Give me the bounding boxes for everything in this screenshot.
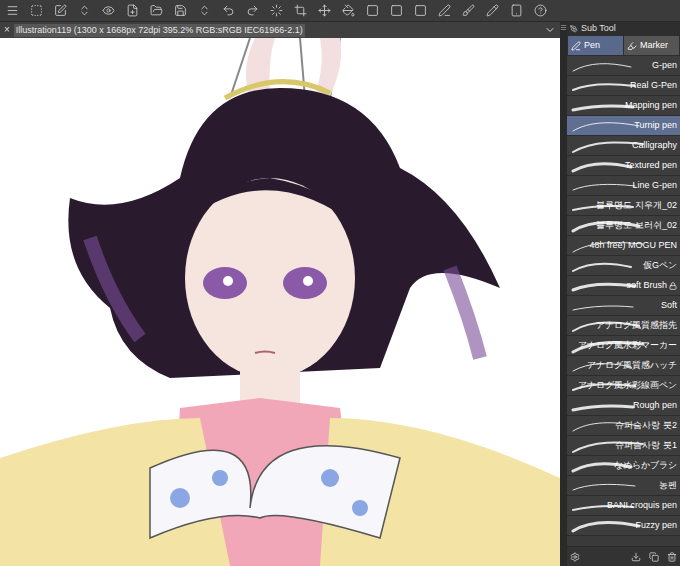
close-tab-button[interactable]: × <box>4 25 10 35</box>
brush-item[interactable]: 슈퍼슴사랑 붓1 <box>567 436 680 456</box>
category-tab[interactable]: Pen <box>568 36 623 55</box>
strip-menu-icon[interactable] <box>560 24 567 31</box>
transparent-icon[interactable] <box>30 4 43 17</box>
panel-footer <box>567 546 680 566</box>
app-window: × Illustration119 (1300 x 1668px 72dpi 39… <box>0 0 680 566</box>
tablet-icon[interactable] <box>510 4 523 17</box>
fill-icon[interactable] <box>342 4 355 17</box>
brush-item[interactable]: Fuzzy pen <box>567 516 680 536</box>
brush-item[interactable]: 仮Gペン <box>567 256 680 276</box>
open-folder-icon[interactable] <box>150 4 163 17</box>
marker-icon <box>627 41 637 51</box>
new-file-icon[interactable] <box>126 4 139 17</box>
artwork-canvas-icon[interactable] <box>0 38 560 566</box>
side-strip <box>560 22 567 566</box>
brush-item[interactable]: G-pen <box>567 56 680 76</box>
brush-item[interactable]: 슈퍼슴사랑 붓2 <box>567 416 680 436</box>
loading-icon[interactable] <box>270 4 283 17</box>
tab-bar: PenMarker <box>567 35 680 56</box>
help-icon[interactable] <box>534 4 547 17</box>
document-tab[interactable]: × Illustration119 (1300 x 1668px 72dpi 39… <box>0 22 560 38</box>
sub-tool-icon <box>570 25 578 33</box>
crop-icon[interactable] <box>294 4 307 17</box>
brush-item[interactable]: アナログ風水彩マーカー <box>567 336 680 356</box>
brush-item[interactable]: Turnip pen <box>567 116 680 136</box>
frame-icon[interactable] <box>414 4 427 17</box>
panel-header: Sub Tool <box>567 22 680 35</box>
brush-item[interactable]: BANI croquis pen <box>567 496 680 516</box>
category-tab[interactable]: Marker <box>624 36 679 55</box>
brush-item[interactable]: 48h free) MOGU PEN <box>567 236 680 256</box>
arrange-icon[interactable] <box>198 4 211 17</box>
brush-item[interactable]: 블루명도 지우개_02 <box>567 196 680 216</box>
move-icon[interactable] <box>318 4 331 17</box>
mask-icon[interactable] <box>390 4 403 17</box>
view-icon[interactable] <box>102 4 115 17</box>
brush-item[interactable]: Mapping pen <box>567 96 680 116</box>
delete-icon[interactable] <box>667 552 677 562</box>
brush-icon[interactable] <box>462 4 475 17</box>
brush-item[interactable]: Soft <box>567 296 680 316</box>
tab-menu-icon[interactable] <box>544 24 556 36</box>
brush-item[interactable]: Calligraphy <box>567 136 680 156</box>
redo-icon[interactable] <box>246 4 259 17</box>
duplicate-icon[interactable] <box>649 552 659 562</box>
save-icon[interactable] <box>174 4 187 17</box>
undo-icon[interactable] <box>222 4 235 17</box>
brush-item[interactable]: アナログ風質感指先 <box>567 316 680 336</box>
brush-item[interactable]: Line G-pen <box>567 176 680 196</box>
brush-item[interactable]: 블루명도 브러쉬_02 <box>567 216 680 236</box>
edit-icon[interactable] <box>54 4 67 17</box>
stroke-preview-icon <box>569 258 645 274</box>
document-title: Illustration119 (1300 x 1668px 72dpi 395… <box>14 24 305 37</box>
canvas-area: × Illustration119 (1300 x 1668px 72dpi 39… <box>0 22 560 566</box>
import-icon[interactable] <box>631 552 641 562</box>
stroke-preview-icon <box>569 298 645 314</box>
switch-icon[interactable] <box>78 4 91 17</box>
stroke-preview-icon <box>569 478 645 494</box>
menu-icon[interactable] <box>6 4 19 17</box>
line-icon[interactable] <box>438 4 451 17</box>
brush-item[interactable]: Real G-Pen <box>567 76 680 96</box>
brush-item[interactable]: 농펜 <box>567 476 680 496</box>
pen-icon <box>571 41 581 51</box>
brush-item[interactable]: なめらかブラシ <box>567 456 680 476</box>
brush-item[interactable]: soft Brush <box>567 276 680 296</box>
brush-list: G-penReal G-PenMapping penTurnip penCall… <box>567 56 680 546</box>
selection-icon[interactable] <box>366 4 379 17</box>
stroke-preview-icon <box>569 118 645 134</box>
settings-icon[interactable] <box>570 552 580 562</box>
stroke-preview-icon <box>569 518 645 534</box>
brush-item[interactable]: アナログ風水彩線画ペン <box>567 376 680 396</box>
sub-tool-panel: Sub ToolPenMarkerG-penReal G-PenMapping … <box>567 22 680 566</box>
brush-item[interactable]: アナログ風質感ハッチ <box>567 356 680 376</box>
brush-item[interactable]: Rough pen <box>567 396 680 416</box>
toolbar <box>0 0 680 22</box>
brush-item[interactable]: Textured pen <box>567 156 680 176</box>
pencil-icon[interactable] <box>486 4 499 17</box>
lock-icon <box>669 282 677 290</box>
stroke-preview-icon <box>569 58 645 74</box>
